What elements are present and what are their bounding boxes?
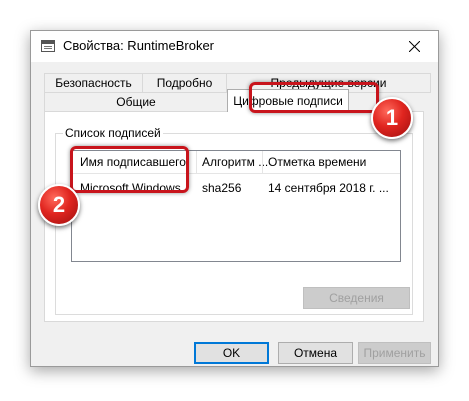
row-algorithm[interactable]: sha256 <box>202 181 241 195</box>
column-algorithm[interactable]: Алгоритм ... <box>202 155 268 169</box>
row-signer[interactable]: Microsoft Windows <box>80 181 181 195</box>
signature-list-label: Список подписей <box>63 126 163 140</box>
tab-general[interactable]: Общие <box>44 92 228 112</box>
ok-button[interactable]: OK <box>194 342 269 364</box>
list-header: Имя подписавшего Алгоритм ... Отметка вр… <box>72 151 400 174</box>
close-icon <box>409 41 420 52</box>
column-divider[interactable] <box>196 151 197 173</box>
signature-list-group: Список подписей Имя подписавшего Алгорит… <box>55 126 413 315</box>
tab-panel: Список подписей Имя подписавшего Алгорит… <box>44 111 424 322</box>
window-title: Свойства: RuntimeBroker <box>63 38 215 53</box>
signature-list[interactable]: Имя подписавшего Алгоритм ... Отметка вр… <box>71 150 401 262</box>
tab-digital-signatures[interactable]: Цифровые подписи <box>227 89 349 112</box>
title-bar[interactable]: Свойства: RuntimeBroker <box>31 31 438 62</box>
window-icon <box>41 40 55 52</box>
cancel-button[interactable]: Отмена <box>278 342 353 364</box>
column-timestamp[interactable]: Отметка времени <box>268 155 366 169</box>
details-button[interactable]: Сведения <box>303 287 410 309</box>
column-divider[interactable] <box>262 151 263 173</box>
tab-details[interactable]: Подробно <box>142 73 227 93</box>
column-signer[interactable]: Имя подписавшего <box>80 155 186 169</box>
properties-dialog: Свойства: RuntimeBroker Безопасность Под… <box>30 30 439 367</box>
step-badge-2: 2 <box>38 184 80 226</box>
step-badge-1: 1 <box>371 97 413 139</box>
tab-security[interactable]: Безопасность <box>44 73 143 93</box>
close-button[interactable] <box>392 31 438 62</box>
row-timestamp[interactable]: 14 сентября 2018 г. ... <box>268 181 389 195</box>
apply-button[interactable]: Применить <box>358 342 431 364</box>
